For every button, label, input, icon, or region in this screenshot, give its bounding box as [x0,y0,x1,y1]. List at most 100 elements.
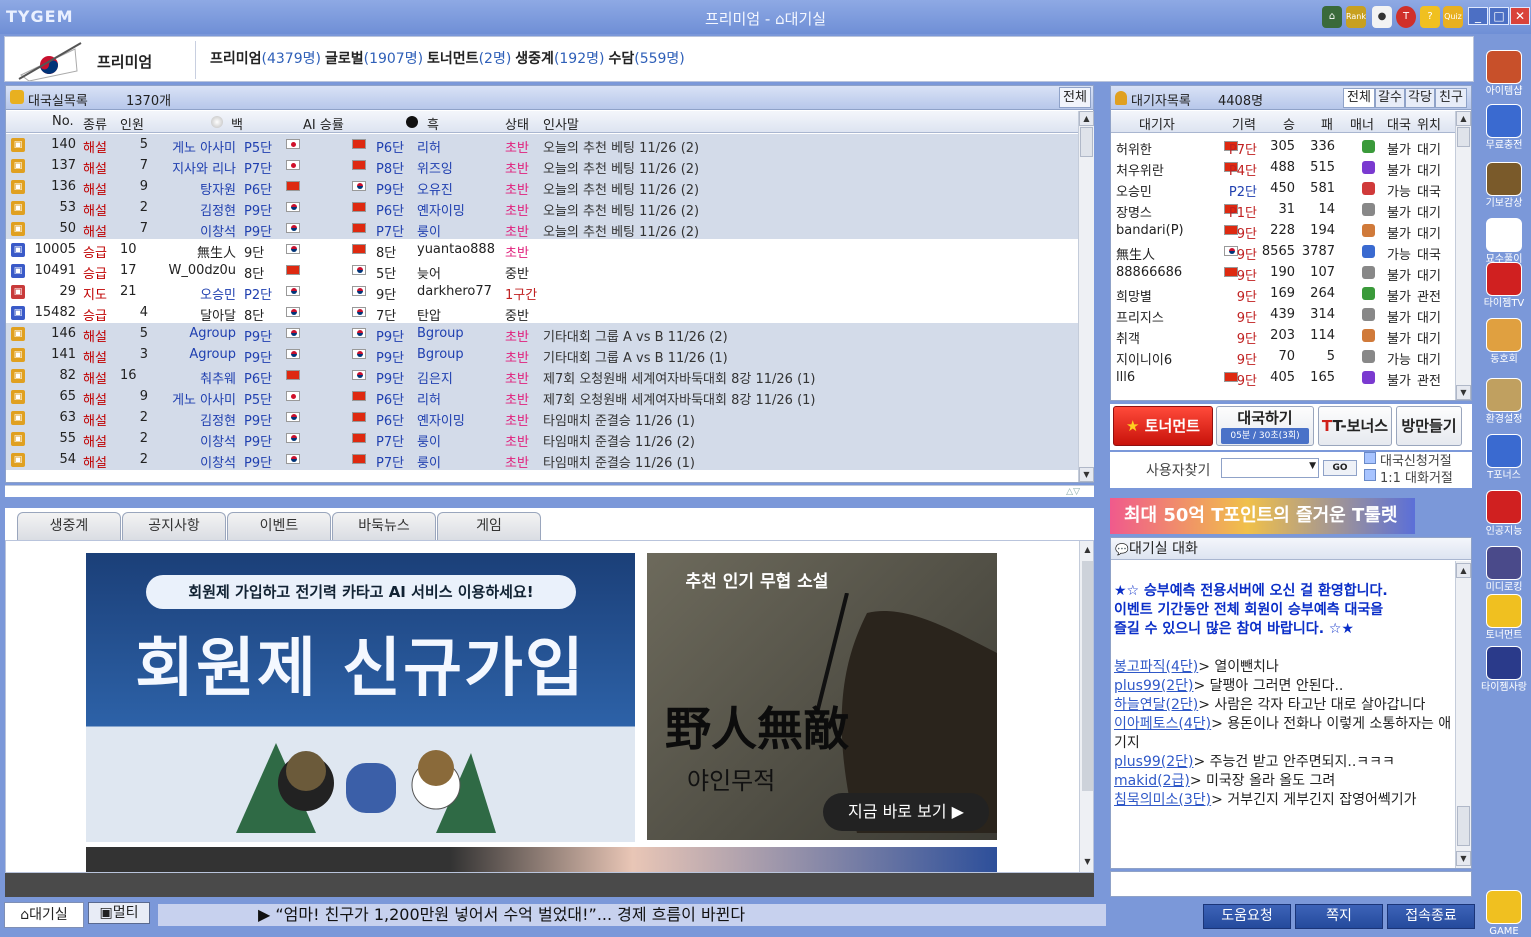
show-all-button[interactable]: 전체 [1059,87,1091,108]
scroll-up-icon[interactable]: ▲ [1456,563,1471,578]
chat-user[interactable]: makid(2급) [1114,773,1190,789]
list-item[interactable]: 장명스 P1단 31 14 불가 대기 [1111,199,1455,221]
col-greeting[interactable]: 인사말 [543,114,579,133]
table-row[interactable]: ▣ 141 해설 3 Agroup P9단 P9단 Bgroup 초반 기타대회 그룹 A vs … [6,344,1078,366]
list-item[interactable]: 희망별 9단 169 264 불가 관전 [1111,283,1455,305]
chat-scrollbar[interactable]: ▲ ▼ [1455,561,1471,868]
sidebar-item-4[interactable]: 타이젬TV [1478,262,1530,309]
logout-button[interactable]: 접속종료 [1387,904,1475,929]
chat-user[interactable]: 하늘연달(2단) [1114,697,1198,713]
tab-user-club[interactable]: 각당 [1405,88,1435,108]
minimize-button[interactable]: _ [1468,7,1488,25]
scroll-down-icon[interactable]: ▼ [1080,855,1093,870]
roulette-ad-banner[interactable]: 최대 50억 T포인트의 즐거운 T룰렛 [1110,498,1415,534]
mascot-icon[interactable]: ● [1372,6,1392,28]
content-scrollbar[interactable]: ▲ ▼ [1079,541,1093,872]
table-row[interactable]: ▣ 140 해설 5 게노 아사미 P5단 P6단 리허 초반 오늘의 추천 베팅 11/26 (… [6,134,1078,156]
t-bonus-button[interactable]: TT-보너스 [1318,406,1392,446]
sidebar-item-8[interactable]: 인공지능 [1478,490,1530,537]
sidebar-item-2[interactable]: 기보감상 [1478,162,1530,209]
chat-user[interactable]: 봉고파직(4단) [1114,659,1198,675]
table-row[interactable]: ▣ 55 해설 2 이창석 P9단 P7단 룽이 초반 타임매치 준결승 11/26 (2) [6,428,1078,450]
sidebar-item-0[interactable]: 아이템샵 [1478,50,1530,97]
message-button[interactable]: 쪽지 [1295,904,1383,929]
table-row[interactable]: ▣ 63 해설 2 김정현 P9단 P6단 옌자이밍 초반 타임매치 준결승 11/26 (1) [6,407,1078,429]
scroll-down-icon[interactable]: ▼ [1456,851,1471,866]
novel-banner[interactable]: 추천 인기 무협 소설 野人無敵 야인무적 지금 바로 보기 ▶ [647,553,997,840]
news-ticker[interactable]: ▶ “엄마! 친구가 1,200만원 넣어서 수억 벌었대!”... 경제 흐름… [158,904,1106,926]
list-item[interactable]: 처우위란 P4단 488 515 불가 대기 [1111,157,1455,179]
sidebar-item-11[interactable]: 타이젬사랑 [1478,646,1530,693]
table-row[interactable]: ▣ 50 해설 7 이창석 P9단 P7단 룽이 초반 오늘의 추천 베팅 11/26 (2) [6,218,1078,240]
table-row[interactable]: ▣ 146 해설 5 Agroup P9단 P9단 Bgroup 초반 기타대회 그룹 A vs … [6,323,1078,345]
user-search-input[interactable]: ▼ [1221,458,1319,478]
col-win[interactable]: 승 [1283,114,1295,133]
scroll-down-icon[interactable]: ▼ [1456,385,1471,400]
sidebar-item-3[interactable]: 묘수풀이 [1478,218,1530,265]
col-black[interactable]: 흑 [427,114,439,133]
table-row[interactable]: ▣ 65 해설 9 게노 아사미 P5단 P6단 리허 초반 제7회 오청원배 세계여자바둑대회 … [6,386,1078,408]
chat-user[interactable]: plus99(2단) [1114,754,1193,770]
list-item[interactable]: 취객 9단 203 114 불가 대기 [1111,325,1455,347]
go-button[interactable]: GO [1323,460,1357,476]
list-item[interactable]: 지이니이6 9단 70 5 가능 대기 [1111,346,1455,368]
col-ai-winrate[interactable]: AI 승률 [303,114,344,133]
col-manner[interactable]: 매너 [1350,114,1374,133]
col-people[interactable]: 인원 [120,114,144,133]
tournament-button[interactable]: ★ 토너먼트 [1113,406,1213,446]
scroll-thumb[interactable] [1082,561,1093,791]
list-item[interactable]: bandari(P) 9단 228 194 불가 대기 [1111,220,1455,242]
reject-chat-checkbox[interactable] [1364,469,1376,481]
server-2[interactable]: 토너먼트(2명) [427,51,511,67]
server-0[interactable]: 프리미엄(4379명) [210,51,321,67]
list-item[interactable]: 프리지스 9단 439 314 불가 대기 [1111,304,1455,326]
sidebar-item-12[interactable]: GAME [1478,890,1530,937]
t-icon[interactable]: T [1396,6,1416,28]
tab-event[interactable]: 이벤트 [227,512,331,540]
col-user[interactable]: 대기자 [1139,114,1175,133]
scroll-thumb[interactable] [1080,127,1093,157]
user-list-scrollbar[interactable]: ▲ ▼ [1455,111,1471,400]
chat-user[interactable]: 이아페토스(4단) [1114,716,1211,732]
tab-user-rank[interactable]: 갈수 [1375,88,1405,108]
col-location[interactable]: 위치 [1417,114,1441,133]
scroll-thumb[interactable] [1457,127,1470,147]
col-kind[interactable]: 종류 [83,114,107,133]
chat-user[interactable]: plus99(2단) [1114,678,1193,694]
list-item[interactable]: 88866686 9단 190 107 불가 대기 [1111,262,1455,284]
tab-user-all[interactable]: 전체 [1343,88,1375,108]
scroll-up-icon[interactable]: ▲ [1079,111,1094,126]
chat-input[interactable] [1110,871,1472,897]
tab-live[interactable]: 생중계 [17,512,121,540]
server-1[interactable]: 글로벌(1907명) [325,51,423,67]
list-item[interactable]: 無生人 9단 8565 3787 가능 대국 [1111,241,1455,263]
sidebar-item-5[interactable]: 동호회 [1478,318,1530,365]
tab-baduk-news[interactable]: 바둑뉴스 [332,512,436,540]
sidebar-item-7[interactable]: T포너스 [1478,434,1530,481]
panel-splitter[interactable]: △▽ [5,485,1094,497]
view-now-button[interactable]: 지금 바로 보기 ▶ [823,793,989,831]
scroll-thumb[interactable] [1457,806,1470,846]
sidebar-item-9[interactable]: 미디로킹 [1478,546,1530,593]
sidebar-item-6[interactable]: 환경설정 [1478,378,1530,425]
table-row[interactable]: ▣ 137 해설 7 지사와 리나 P7단 P8단 위즈잉 초반 오늘의 추천 베팅 11/26 … [6,155,1078,177]
col-rank[interactable]: 기력 [1232,114,1256,133]
col-loss[interactable]: 패 [1321,114,1333,133]
tab-notice[interactable]: 공지사항 [122,512,226,540]
table-row[interactable]: ▣ 82 해설 16 춰추웨 P6단 P9단 김은지 초반 제7회 오청원배 세계여자바둑대회 8… [6,365,1078,387]
col-game[interactable]: 대국 [1387,114,1411,133]
multi-tab[interactable]: ▣멀티 [88,902,150,924]
col-status[interactable]: 상태 [505,114,529,133]
make-room-button[interactable]: 방만들기 [1396,406,1462,446]
game-list-scrollbar[interactable]: ▲ ▼ [1078,111,1094,482]
rank-icon[interactable]: Rank [1346,6,1366,28]
table-row[interactable]: ▣ 29 지도 21 오승민 P2단 9단 darkhero77 1구간 [6,281,1078,303]
col-white[interactable]: 백 [231,114,243,133]
tab-user-friends[interactable]: 친구 [1435,88,1467,108]
reject-game-checkbox[interactable] [1364,452,1376,464]
table-row[interactable]: ▣ 10005 승급 10 無生人 9단 8단 yuantao888 초반 [6,239,1078,261]
table-row[interactable]: ▣ 15482 승급 4 달아달 8단 7단 탄압 중반 [6,302,1078,324]
server-4[interactable]: 수담(559명) [608,51,684,67]
splitter-arrows-icon[interactable]: △▽ [1066,487,1080,497]
server-3[interactable]: 생중계(192명) [515,51,604,67]
